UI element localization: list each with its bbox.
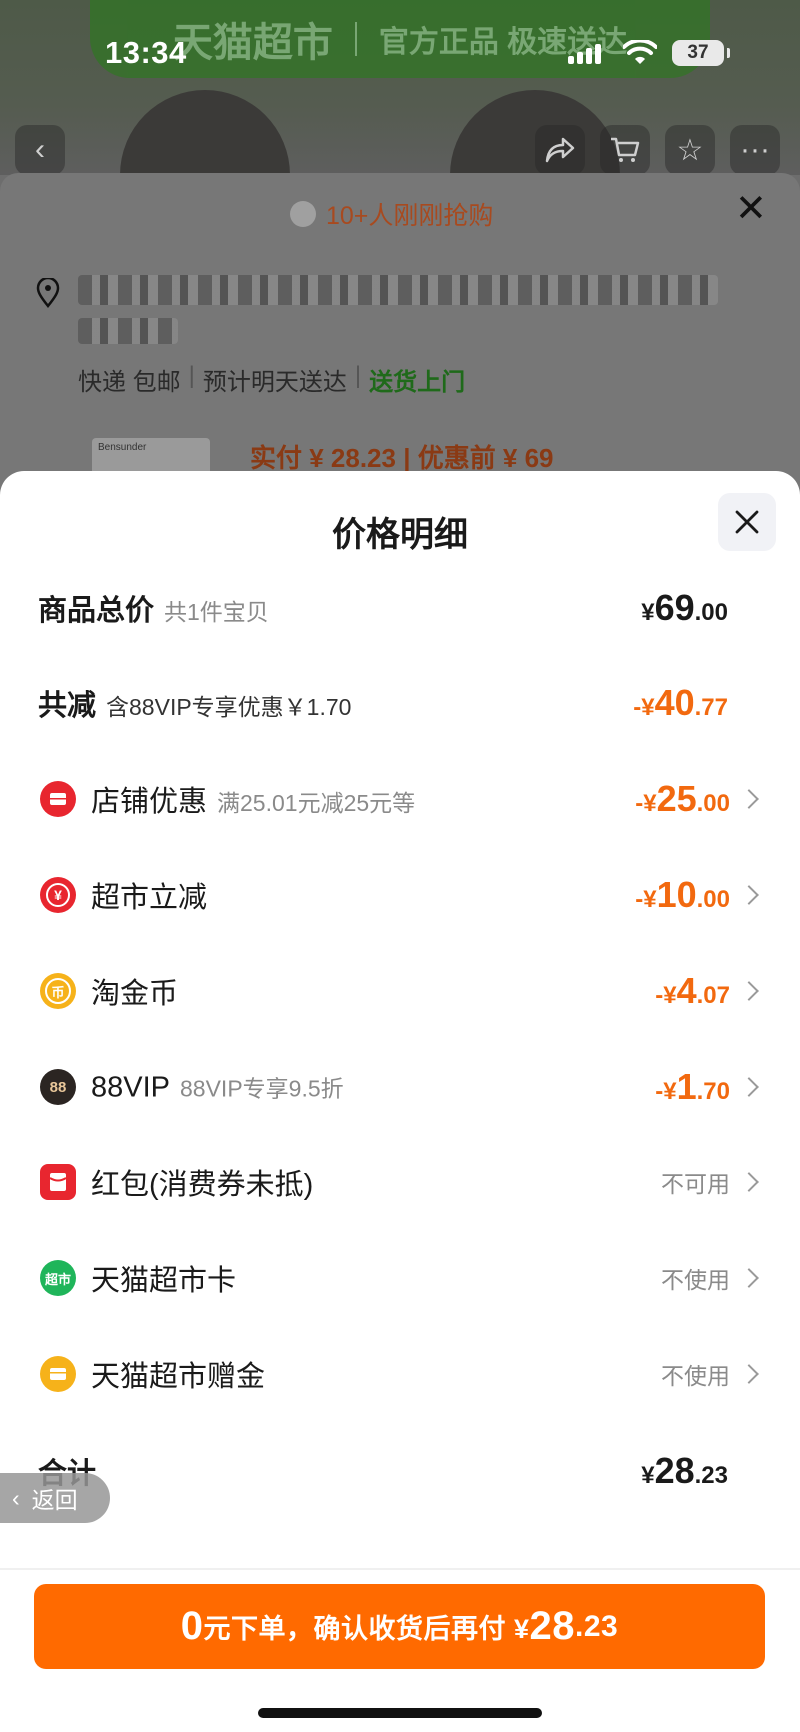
back-arrow-icon[interactable]: ‹ <box>15 125 65 175</box>
background-close-icon[interactable]: ✕ <box>735 190 767 228</box>
row-amount: ¥28.23 <box>641 1450 728 1491</box>
share-icon[interactable] <box>535 125 585 175</box>
row-88vip[interactable]: 88 88VIP 88VIP专享9.5折 -¥1.70 <box>0 1057 800 1117</box>
chevron-right-icon <box>739 1077 759 1097</box>
row-status: 不使用 <box>661 1267 730 1293</box>
row-label: 店铺优惠 <box>91 786 208 818</box>
status-bar: 13:34 37 <box>0 0 800 100</box>
thumb-brand: Bensunder <box>98 442 147 453</box>
gift-money-icon <box>40 1356 76 1392</box>
row-amount: -¥40.77 <box>633 682 728 723</box>
buyer-avatar <box>290 201 316 227</box>
row-amount: -¥10.00 <box>635 874 730 915</box>
row-label: 88VIP <box>91 1071 170 1104</box>
chevron-right-icon <box>739 1172 759 1192</box>
clock: 13:34 <box>105 35 187 70</box>
row-label: 超市立减 <box>91 882 208 914</box>
row-label: 共减 <box>38 690 97 722</box>
row-sub: 含88VIP专享优惠￥1.70 <box>106 694 352 720</box>
88vip-icon: 88 <box>40 1069 76 1105</box>
row-market-card[interactable]: 超市 天猫超市卡 不使用 <box>0 1248 800 1308</box>
chevron-right-icon <box>739 1364 759 1384</box>
cta-amount: 28 <box>529 1604 576 1648</box>
shipping-eta: 预计明天送达 <box>202 369 347 396</box>
close-button[interactable] <box>718 493 776 551</box>
row-taojinbi[interactable]: 币 淘金币 -¥4.07 <box>0 961 800 1021</box>
shipping-express: 快递 包邮 <box>78 369 181 396</box>
row-total-discount: 共减 含88VIP专享优惠￥1.70 -¥40.77 <box>0 673 800 733</box>
redacted-address <box>78 318 178 344</box>
cta-decimal: .23 <box>575 1609 619 1643</box>
row-grand-total: 合计 ¥28.23 <box>0 1441 800 1501</box>
row-amount: -¥1.70 <box>655 1066 730 1107</box>
row-label: 天猫超市卡 <box>91 1265 237 1297</box>
chevron-right-icon <box>739 1268 759 1288</box>
wifi-icon <box>623 40 657 64</box>
cta-zero: 0 <box>180 1604 204 1648</box>
recent-buyers-text: 10+人刚刚抢购 <box>326 202 494 230</box>
row-gift-money[interactable]: 天猫超市赠金 不使用 <box>0 1344 800 1404</box>
banner-photo <box>120 90 290 175</box>
sheet-title: 价格明细 <box>332 516 468 554</box>
row-amount: ¥69.00 <box>641 587 728 628</box>
cta-text: 元下单，确认收货后再付 ¥ <box>203 1614 530 1644</box>
shipping-info: 快递 包邮 | 预计明天送达 | 送货上门 <box>78 362 466 396</box>
close-icon <box>735 510 759 534</box>
row-red-packet[interactable]: 红包(消费券未抵) 不可用 <box>0 1152 800 1212</box>
background-price-line: 实付 ¥ 28.23 | 优惠前 ¥ 69 <box>250 443 554 473</box>
market-discount-icon: ¥ <box>40 877 76 913</box>
row-sub: 满25.01元减25元等 <box>217 790 416 816</box>
row-amount: -¥4.07 <box>655 970 730 1011</box>
redacted-address <box>78 275 718 305</box>
row-market-discount[interactable]: ¥ 超市立减 -¥10.00 <box>0 865 800 925</box>
footer-divider <box>0 1568 800 1570</box>
chevron-right-icon <box>739 885 759 905</box>
chevron-right-icon <box>739 981 759 1001</box>
floating-back-button[interactable]: ‹ 返回 <box>0 1473 110 1523</box>
row-label: 红包(消费券未抵) <box>91 1169 314 1201</box>
price-detail-sheet: 价格明细 商品总价 共1件宝贝 ¥69.00 共减 含88VIP专享优惠￥1.70 … <box>0 471 800 1732</box>
chevron-left-icon: ‹ <box>12 1484 20 1511</box>
row-status: 不使用 <box>661 1363 730 1389</box>
more-dots-icon[interactable]: ··· <box>730 125 780 175</box>
row-label: 商品总价 <box>38 595 155 627</box>
shipping-delivery: 送货上门 <box>369 369 466 396</box>
place-order-button[interactable]: 0 元下单，确认收货后再付 ¥28.23 <box>34 1584 765 1669</box>
shop-coupon-icon <box>40 781 76 817</box>
home-indicator <box>258 1708 542 1718</box>
row-amount: -¥25.00 <box>635 778 730 819</box>
red-packet-icon <box>40 1164 76 1200</box>
taojinbi-icon: 币 <box>40 973 76 1009</box>
row-shop-coupon[interactable]: 店铺优惠 满25.01元减25元等 -¥25.00 <box>0 769 800 829</box>
cellular-signal-icon <box>568 44 601 64</box>
chevron-right-icon <box>739 789 759 809</box>
recent-buyers-notice: 10+人刚刚抢购 <box>290 196 493 232</box>
row-total-price: 商品总价 共1件宝贝 ¥69.00 <box>0 578 800 638</box>
tmall-market-card-icon: 超市 <box>40 1260 76 1296</box>
battery-icon: 37 <box>672 40 730 66</box>
row-label: 淘金币 <box>91 978 179 1010</box>
location-pin-icon <box>36 278 60 308</box>
back-label: 返回 <box>31 1487 78 1513</box>
row-status: 不可用 <box>661 1171 730 1197</box>
favorite-star-icon[interactable]: ☆ <box>665 125 715 175</box>
cart-icon[interactable] <box>600 125 650 175</box>
row-label: 天猫超市赠金 <box>91 1361 266 1393</box>
row-sub: 共1件宝贝 <box>164 599 269 625</box>
row-sub: 88VIP专享9.5折 <box>180 1075 344 1102</box>
